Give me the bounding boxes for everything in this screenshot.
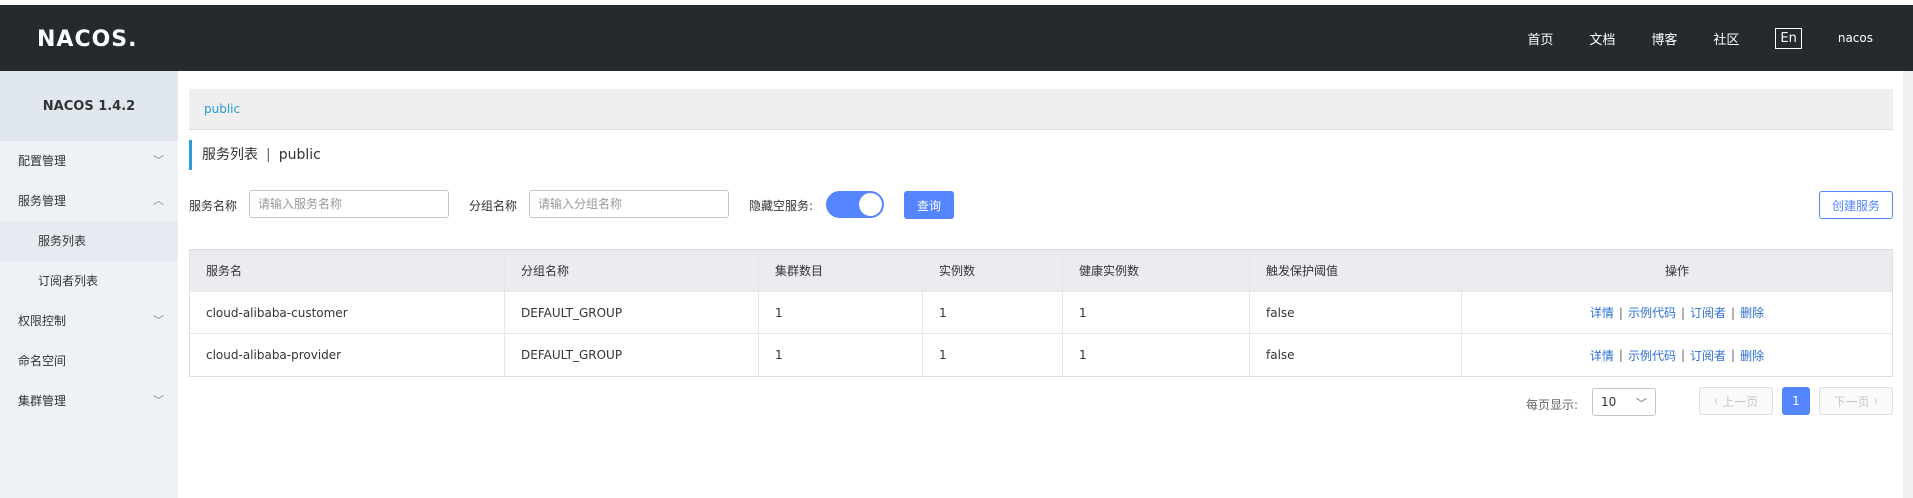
sample-code-link[interactable]: 示例代码 xyxy=(1628,304,1676,321)
sidebar-item-label: 服务列表 xyxy=(38,234,87,248)
chevron-down-icon: ﹀ xyxy=(153,394,164,407)
op-separator: | xyxy=(1731,305,1736,320)
detail-link[interactable]: 详情 xyxy=(1590,304,1614,321)
service-name-input[interactable] xyxy=(249,190,449,218)
op-separator: | xyxy=(1731,348,1736,362)
page-title-namespace: public xyxy=(278,147,321,163)
service-table: 服务名 分组名称 集群数目 实例数 健康实例数 触发保护阈值 操作 cloud-… xyxy=(189,249,1893,377)
op-separator: | xyxy=(1618,305,1623,320)
nav-community[interactable]: 社区 xyxy=(1713,29,1739,48)
operations-cell: 详情 | 示例代码 | 订阅者 | 删除 xyxy=(1462,334,1892,376)
toggle-knob xyxy=(859,193,882,216)
chevron-left-icon: ‹ xyxy=(1713,394,1723,408)
version-label: NACOS 1.4.2 xyxy=(0,71,178,141)
column-header[interactable]: 触发保护阈值 xyxy=(1250,250,1462,291)
threshold-cell: false xyxy=(1250,292,1462,333)
sidebar-item-config[interactable]: 配置管理 ﹀ xyxy=(0,141,178,181)
username[interactable]: nacos xyxy=(1838,31,1873,45)
query-button[interactable]: 查询 xyxy=(904,191,954,219)
threshold-cell: false xyxy=(1250,334,1462,376)
page-title: 服务列表 | public xyxy=(189,140,321,170)
nav-docs[interactable]: 文档 xyxy=(1589,29,1615,48)
column-header[interactable]: 实例数 xyxy=(923,250,1063,291)
nav-home[interactable]: 首页 xyxy=(1527,29,1553,48)
sidebar-item-label: 服务管理 xyxy=(18,194,67,208)
pagination: 每页显示: 10 ﹀ ‹ 上一页 1 下一页 › xyxy=(189,387,1893,417)
nacos-logo[interactable]: NACOS. xyxy=(37,27,138,52)
sidebar-item-service[interactable]: 服务管理 ︿ xyxy=(0,181,178,221)
sidebar-item-label: 集群管理 xyxy=(18,394,67,408)
language-switch[interactable]: En xyxy=(1775,27,1802,49)
detail-link[interactable]: 详情 xyxy=(1590,347,1614,364)
group-cell: DEFAULT_GROUP xyxy=(505,334,759,376)
top-nav: 首页 文档 博客 社区 En nacos xyxy=(1491,5,1873,71)
healthy-cell: 1 xyxy=(1063,334,1250,376)
column-header: 操作 xyxy=(1664,264,1689,278)
next-page-button[interactable]: 下一页 › xyxy=(1819,387,1893,415)
page-size-label: 每页显示: xyxy=(1526,398,1579,412)
prev-page-label: 上一页 xyxy=(1722,394,1759,409)
page-size-select[interactable]: 10 ﹀ xyxy=(1592,388,1656,416)
sidebar-item-auth[interactable]: 权限控制 ﹀ xyxy=(0,301,178,341)
instances-cell: 1 xyxy=(923,334,1063,376)
sidebar: NACOS 1.4.2 配置管理 ﹀ 服务管理 ︿ 服务列表 订阅者列表 权限控… xyxy=(0,71,178,498)
group-cell: DEFAULT_GROUP xyxy=(505,292,759,333)
healthy-cell: 1 xyxy=(1063,292,1250,333)
op-separator: | xyxy=(1618,348,1623,362)
subscriber-link[interactable]: 订阅者 xyxy=(1690,347,1726,364)
sidebar-item-namespace[interactable]: 命名空间 xyxy=(0,341,178,381)
hide-empty-toggle[interactable] xyxy=(826,191,884,218)
column-header[interactable]: 分组名称 xyxy=(505,250,759,291)
sidebar-item-label: 订阅者列表 xyxy=(38,274,99,288)
chevron-down-icon: ﹀ xyxy=(153,154,164,167)
prev-page-button[interactable]: ‹ 上一页 xyxy=(1699,387,1773,415)
page-title-text: 服务列表 xyxy=(202,147,258,163)
namespace-link-public[interactable]: public xyxy=(204,102,240,116)
sidebar-item-label: 配置管理 xyxy=(18,154,67,168)
sidebar-item-cluster[interactable]: 集群管理 ﹀ xyxy=(0,381,178,421)
operations-cell: 详情 | 示例代码 | 订阅者 | 删除 xyxy=(1462,292,1892,333)
delete-link[interactable]: 删除 xyxy=(1740,304,1764,321)
subscriber-link[interactable]: 订阅者 xyxy=(1690,304,1726,321)
sidebar-item-service-list[interactable]: 服务列表 xyxy=(0,221,178,261)
service-name-cell: cloud-alibaba-customer xyxy=(190,292,505,333)
clusters-cell: 1 xyxy=(759,334,923,376)
page-size-value: 10 xyxy=(1601,395,1617,409)
group-name-label: 分组名称 xyxy=(469,199,518,213)
column-header[interactable]: 服务名 xyxy=(190,250,505,291)
group-name-input[interactable] xyxy=(529,190,729,218)
clusters-cell: 1 xyxy=(759,292,923,333)
service-name-label: 服务名称 xyxy=(189,199,238,213)
column-header[interactable]: 集群数目 xyxy=(759,250,923,291)
vertical-scrollbar[interactable] xyxy=(1903,71,1913,498)
sidebar-item-label: 命名空间 xyxy=(18,354,67,368)
table-row: cloud-alibaba-provider DEFAULT_GROUP 1 1… xyxy=(190,334,1892,376)
hide-empty-label: 隐藏空服务: xyxy=(749,199,814,213)
instances-cell: 1 xyxy=(923,292,1063,333)
top-navbar: NACOS. 首页 文档 博客 社区 En nacos xyxy=(0,5,1913,71)
op-separator: | xyxy=(1680,305,1686,320)
table-header: 服务名 分组名称 集群数目 实例数 健康实例数 触发保护阈值 操作 xyxy=(190,250,1892,292)
chevron-up-icon: ︿ xyxy=(153,194,164,207)
namespace-bar: public xyxy=(189,89,1893,130)
delete-link[interactable]: 删除 xyxy=(1740,347,1764,364)
table-row: cloud-alibaba-customer DEFAULT_GROUP 1 1… xyxy=(190,292,1892,334)
chevron-right-icon: › xyxy=(1869,394,1879,408)
sidebar-item-label: 权限控制 xyxy=(18,314,67,328)
sample-code-link[interactable]: 示例代码 xyxy=(1628,347,1676,364)
column-header[interactable]: 健康实例数 xyxy=(1063,250,1250,291)
sidebar-item-subscribers[interactable]: 订阅者列表 xyxy=(0,261,178,301)
service-name-cell: cloud-alibaba-provider xyxy=(190,334,505,376)
create-service-button[interactable]: 创建服务 xyxy=(1819,191,1893,219)
op-separator: | xyxy=(1680,348,1686,362)
page-number-button[interactable]: 1 xyxy=(1782,387,1810,415)
title-separator: | xyxy=(266,147,271,163)
filter-bar: 服务名称 分组名称 隐藏空服务: 查询 创建服务 xyxy=(189,190,1893,220)
next-page-label: 下一页 xyxy=(1833,394,1870,409)
chevron-down-icon: ﹀ xyxy=(153,314,164,327)
chevron-down-icon: ﹀ xyxy=(1636,397,1647,410)
nav-blog[interactable]: 博客 xyxy=(1651,29,1677,48)
